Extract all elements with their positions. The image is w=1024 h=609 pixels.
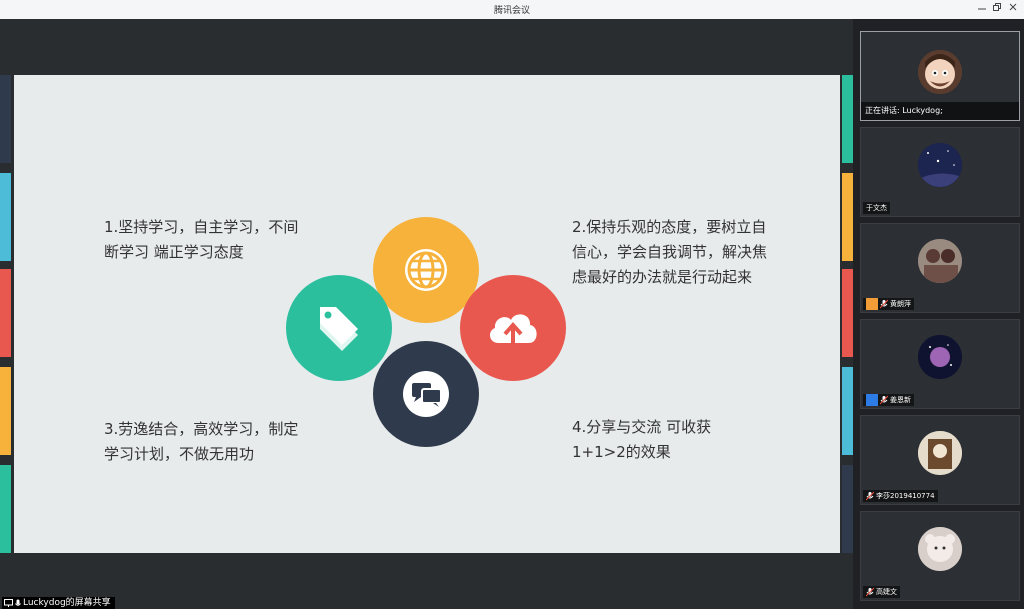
- photo-avatar-icon: [918, 431, 962, 475]
- participant-tile[interactable]: 正在讲话: Luckydog;: [860, 31, 1020, 121]
- point-1-text: 1.坚持学习，自主学习，不间断学习 端正学习态度: [104, 218, 299, 261]
- participant-name-bar: 姜恩新: [863, 394, 914, 406]
- restore-button[interactable]: [989, 2, 1005, 16]
- left-strip-yellow: [0, 367, 11, 455]
- cartoon-avatar-icon: [918, 50, 962, 94]
- participant-tile[interactable]: 李莎2019410774: [860, 415, 1020, 505]
- participant-name: 黄朗萍: [890, 300, 911, 308]
- chat-circle: [373, 341, 479, 447]
- speaking-indicator: 正在讲话: Luckydog;: [861, 102, 1019, 120]
- left-strip-red: [0, 269, 11, 357]
- participant-tile[interactable]: 姜恩新: [860, 319, 1020, 409]
- close-icon: [1009, 3, 1017, 11]
- right-strip-yellow: [842, 173, 853, 261]
- participant-name: 于文杰: [866, 204, 887, 212]
- screen-share-label: Luckydog的屏幕共享: [2, 597, 115, 609]
- right-strip-blue: [842, 367, 853, 455]
- starry-sky-avatar-icon: [918, 143, 962, 187]
- tag-icon: [320, 307, 358, 351]
- right-strip-red: [842, 269, 853, 357]
- galaxy-avatar-icon: [918, 335, 962, 379]
- mic-muted-icon: [866, 491, 874, 501]
- cloud-circle: [460, 275, 566, 381]
- avatar: [918, 239, 962, 283]
- participant-name-bar: 黄朗萍: [863, 298, 914, 310]
- cloud-upload-icon: [489, 314, 537, 345]
- microphone-icon: [15, 599, 21, 606]
- avatar: [918, 335, 962, 379]
- participant-name: 李莎2019410774: [876, 492, 935, 500]
- globe-icon: [405, 249, 447, 291]
- participant-name: 高婕文: [876, 588, 897, 596]
- avatar: [918, 431, 962, 475]
- window-title: 腾讯会议: [493, 6, 530, 16]
- photo-avatar-icon: [918, 239, 962, 283]
- participant-name-bar: 于文杰: [863, 202, 890, 214]
- minimize-button[interactable]: [974, 2, 990, 16]
- participants-panel: 正在讲话: Luckydog; 于文杰 黄朗萍 姜恩新 李莎2019410774…: [853, 19, 1024, 609]
- window-titlebar: 腾讯会议: [0, 0, 1024, 20]
- presentation-slide: 1.坚持学习，自主学习，不间断学习 端正学习态度 2.保持乐观的态度，要树立自信…: [14, 75, 840, 553]
- point-3-text: 3.劳逸结合，高效学习，制定学习计划，不做无用功: [104, 420, 299, 463]
- avatar: [918, 50, 962, 94]
- participant-name-bar: 高婕文: [863, 586, 900, 598]
- participant-name-bar: 李莎2019410774: [863, 490, 938, 502]
- right-strip-teal: [842, 75, 853, 163]
- point-4-text: 4.分享与交流 可收获1+1>2的效果: [572, 418, 712, 461]
- shared-screen-area[interactable]: 1.坚持学习，自主学习，不间断学习 端正学习态度 2.保持乐观的态度，要树立自信…: [0, 19, 853, 609]
- avatar: [918, 527, 962, 571]
- participant-tile[interactable]: 于文杰: [860, 127, 1020, 217]
- left-strip-navy: [0, 75, 11, 163]
- restore-icon: [993, 3, 1001, 11]
- minimize-icon: [978, 8, 986, 10]
- cohost-badge-icon: [866, 394, 878, 406]
- point-2-text: 2.保持乐观的态度，要树立自信心，学会自我调节，解决焦虑最好的办法就是行动起来: [572, 218, 768, 286]
- mic-muted-icon: [880, 395, 888, 405]
- right-strip-navy: [842, 465, 853, 553]
- mic-muted-icon: [880, 299, 888, 309]
- left-strip-blue: [0, 173, 11, 261]
- tag-circle: [286, 275, 392, 381]
- participant-tile[interactable]: 黄朗萍: [860, 223, 1020, 313]
- plush-toy-avatar-icon: [918, 527, 962, 571]
- participant-name: 姜恩新: [890, 396, 911, 404]
- mic-muted-icon: [866, 587, 874, 597]
- chat-icon: [403, 371, 449, 417]
- host-badge-icon: [866, 298, 878, 310]
- screen-share-icon: [4, 599, 13, 607]
- participant-tile[interactable]: 高婕文: [860, 511, 1020, 601]
- close-button[interactable]: [1005, 2, 1021, 16]
- left-strip-teal: [0, 465, 11, 553]
- screen-share-text: Luckydog的屏幕共享: [23, 598, 111, 608]
- avatar: [918, 143, 962, 187]
